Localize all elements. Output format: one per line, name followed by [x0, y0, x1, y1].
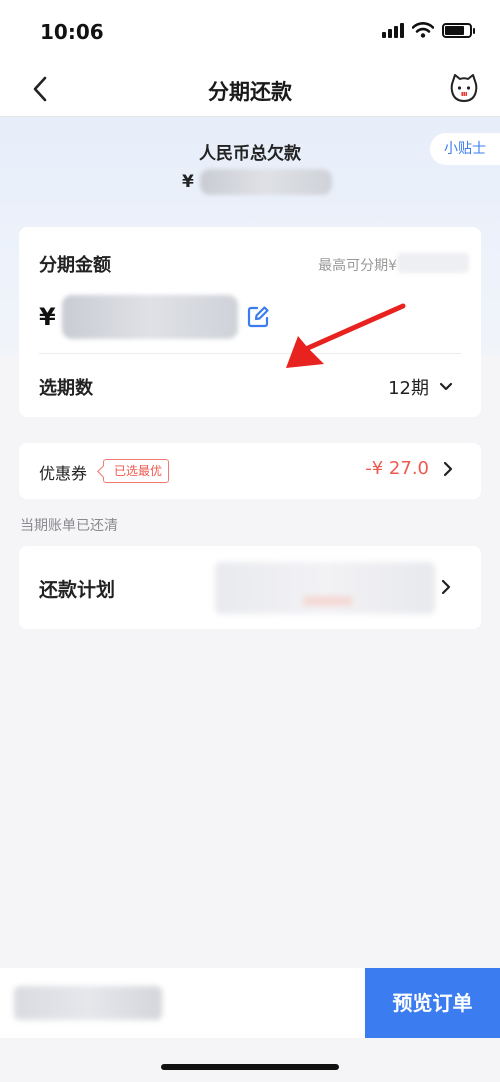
- chevron-right-icon: [443, 461, 453, 476]
- coupon-row[interactable]: 优惠券 已选最优 -¥ 27.0: [19, 443, 481, 499]
- coupon-label: 优惠券: [39, 464, 88, 483]
- preview-order-button[interactable]: 预览订单: [365, 968, 500, 1038]
- status-icons: [382, 22, 475, 38]
- repayment-plan-row[interactable]: 还款计划: [19, 546, 481, 629]
- period-value: 12期: [388, 378, 429, 399]
- period-selector[interactable]: 12期: [388, 374, 453, 400]
- redacted-summary: [14, 986, 162, 1020]
- nav-bar: 分期还款: [0, 60, 500, 117]
- redacted-installment-amount: [61, 295, 238, 339]
- bottom-bar: 预览订单: [0, 968, 500, 1038]
- chevron-right-icon: [441, 579, 451, 595]
- signal-icon: [382, 22, 404, 38]
- total-debt-label: 人民币总欠款: [199, 144, 301, 164]
- installment-amount-input[interactable]: ¥: [39, 295, 270, 339]
- coupon-discount: -¥ 27.0: [365, 458, 429, 479]
- coupon-badge: 已选最优: [103, 459, 170, 483]
- cat-mascot-icon[interactable]: [448, 72, 480, 104]
- coupon-value: -¥ 27.0: [365, 458, 453, 479]
- period-label: 选期数: [39, 378, 93, 399]
- status-time: 10:06: [40, 20, 104, 44]
- status-bar: 10:06: [0, 0, 500, 60]
- installment-amount-label: 分期金额: [39, 255, 111, 276]
- page-title: 分期还款: [208, 80, 292, 104]
- installment-card: 分期金额 最高可分期¥ ¥ 选期数 12期: [19, 227, 481, 417]
- repayment-plan-label: 还款计划: [39, 579, 116, 601]
- total-debt-amount: ¥: [182, 169, 332, 195]
- home-indicator: [161, 1064, 339, 1070]
- max-installment-label: 最高可分期¥: [318, 258, 397, 274]
- edit-icon[interactable]: [246, 305, 270, 329]
- bill-status-note: 当期账单已还清: [20, 518, 118, 534]
- redacted-amount: [199, 169, 332, 195]
- redacted-max-amount: [397, 253, 469, 273]
- tips-button[interactable]: 小贴士: [430, 133, 500, 165]
- redacted-plan-details: [215, 562, 435, 614]
- wifi-icon: [412, 22, 434, 38]
- chevron-down-icon: [439, 382, 453, 391]
- red-arrow-annotation-icon: [286, 303, 406, 368]
- battery-icon: [442, 22, 475, 38]
- currency-symbol: ¥: [182, 172, 194, 192]
- currency-symbol: ¥: [39, 303, 56, 331]
